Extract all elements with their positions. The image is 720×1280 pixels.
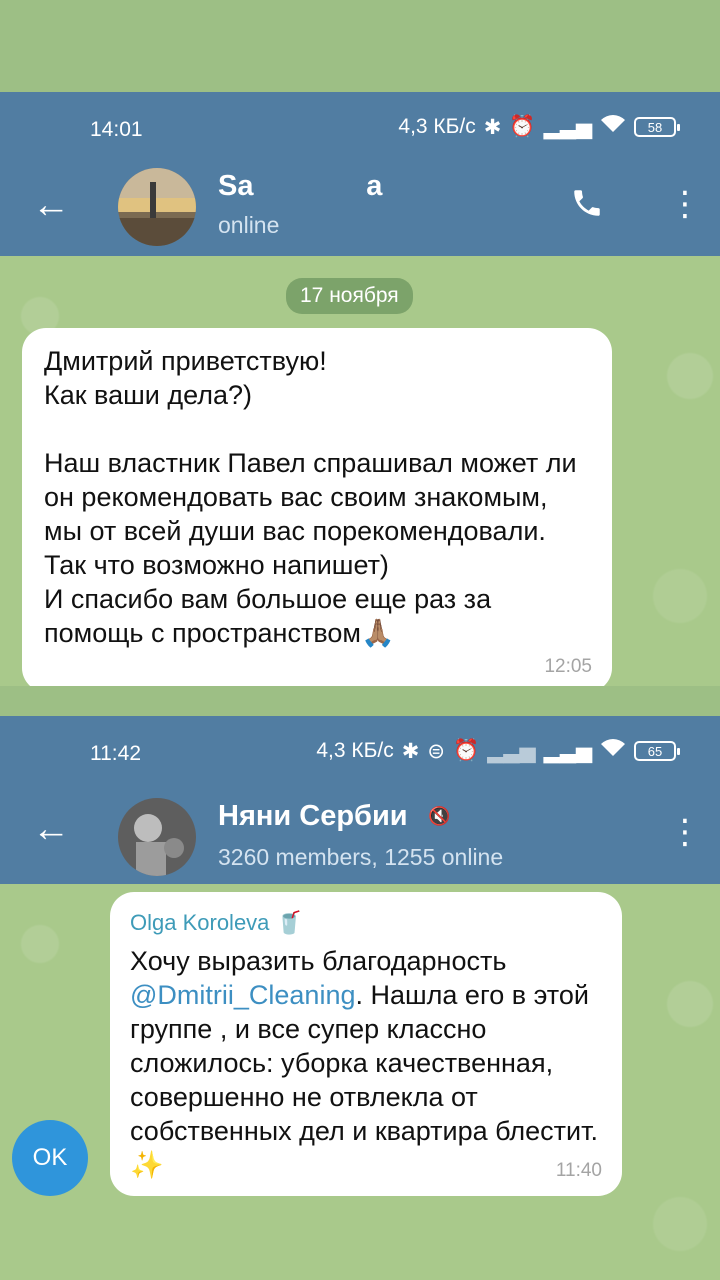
screenshot-2: 11:42 4,3 КБ/с ✱ ⊜ ⏰ ▂▃▅ ▂▃▅ 65 ← Няни С… <box>0 716 720 1280</box>
chat-title: Sa a <box>218 170 383 202</box>
bluetooth-icon: ✱ <box>483 115 502 139</box>
message-time: 11:40 <box>555 1160 602 1181</box>
chat-header-2: ← Няни Сербии 🔇 3260 members, 1255 onlin… <box>0 788 720 884</box>
wifi-icon <box>600 738 626 764</box>
alarm-icon: ⏰ <box>452 739 480 762</box>
message-sender[interactable]: Olga Koroleva 🥤 <box>130 906 602 940</box>
group-members: 3260 members, 1255 online <box>218 844 504 870</box>
chat-area-1: 17 ноября Дмитрий приветствую! Как ваши … <box>0 256 720 686</box>
alarm-icon: ⏰ <box>509 115 536 138</box>
chat-header-1: ← Sa a online ⋮ <box>0 164 720 256</box>
status-icons: 4,3 КБ/с ✱ ⊜ ⏰ ▂▃▅ ▂▃▅ 65 <box>316 738 680 764</box>
status-time: 11:42 <box>90 742 141 765</box>
message-bubble[interactable]: Дмитрий приветствую! Как ваши дела?) Наш… <box>22 328 612 686</box>
ok-button[interactable]: OK <box>12 1120 88 1196</box>
bluetooth-icon: ✱ <box>401 739 420 763</box>
group-avatar[interactable] <box>118 798 196 876</box>
network-speed: 4,3 КБ/с <box>316 739 394 762</box>
mention-link[interactable]: @Dmitrii_Cleaning <box>130 980 355 1010</box>
signal-icon: ▂▃▅ <box>543 115 592 139</box>
back-arrow-icon[interactable]: ← <box>32 810 70 848</box>
status-bar-2: 11:42 4,3 КБ/с ✱ ⊜ ⏰ ▂▃▅ ▂▃▅ 65 <box>0 716 720 788</box>
more-vertical-icon[interactable]: ⋮ <box>668 184 702 224</box>
chat-area-2: Olga Koroleva 🥤 Хочу выразить благодарно… <box>0 884 720 1280</box>
top-bar-1: 14:01 4,3 КБ/с ✱ ⏰ ▂▃▅ 58 ← Sa a online … <box>0 92 720 256</box>
status-time: 14:01 <box>90 118 143 141</box>
message-text: Дмитрий приветствую! Как ваши дела?) Наш… <box>44 346 577 648</box>
group-title: Няни Сербии <box>218 800 408 832</box>
vibrate-icon: ⊜ <box>427 739 445 763</box>
status-bar-1: 14:01 4,3 КБ/с ✱ ⏰ ▂▃▅ 58 <box>0 92 720 164</box>
cup-emoji-icon: 🥤 <box>275 910 303 935</box>
more-vertical-icon[interactable]: ⋮ <box>668 812 702 852</box>
back-arrow-icon[interactable]: ← <box>32 186 70 224</box>
signal-icon: ▂▃▅ <box>487 739 536 763</box>
muted-icon: 🔇 <box>428 806 451 826</box>
status-icons: 4,3 КБ/с ✱ ⏰ ▂▃▅ 58 <box>398 114 680 140</box>
screenshot-1: 14:01 4,3 КБ/с ✱ ⏰ ▂▃▅ 58 ← Sa a online … <box>0 92 720 686</box>
message-text: Хочу выразить благодарность @Dmitrii_Cle… <box>130 946 606 1180</box>
message-bubble[interactable]: Olga Koroleva 🥤 Хочу выразить благодарно… <box>110 892 622 1196</box>
network-speed: 4,3 КБ/с <box>398 115 476 138</box>
avatar[interactable] <box>118 168 196 246</box>
battery-icon: 58 <box>634 117 680 137</box>
signal-icon: ▂▃▅ <box>543 739 592 763</box>
wifi-icon <box>600 114 626 140</box>
chat-status: online <box>218 212 280 238</box>
date-separator: 17 ноября <box>286 278 413 314</box>
top-bar-2: 11:42 4,3 КБ/с ✱ ⊜ ⏰ ▂▃▅ ▂▃▅ 65 ← Няни С… <box>0 716 720 884</box>
battery-icon: 65 <box>634 741 680 761</box>
phone-icon[interactable] <box>570 186 604 229</box>
message-time: 12:05 <box>544 656 592 677</box>
